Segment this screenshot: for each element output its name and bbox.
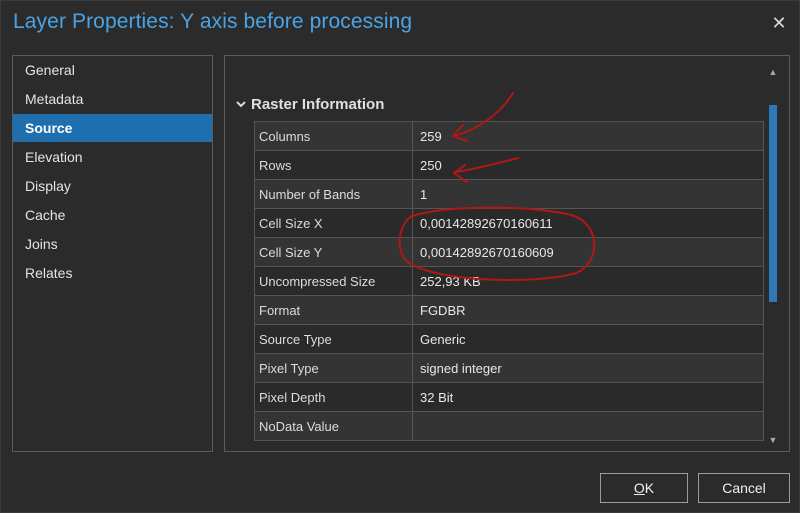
sidebar-nav: General Metadata Source Elevation Displa…: [12, 55, 213, 452]
source-panel: Raster Information Columns 259 Rows 250 …: [224, 55, 790, 452]
table-row: Pixel Type signed integer: [255, 354, 764, 383]
row-value-rows[interactable]: 250: [413, 151, 764, 179]
raster-info-section-header[interactable]: Raster Information: [235, 94, 384, 114]
table-row: Source Type Generic: [255, 325, 764, 354]
table-row: Cell Size X 0,00142892670160611: [255, 209, 764, 238]
close-icon[interactable]: ✕: [767, 11, 791, 35]
chevron-down-icon[interactable]: [235, 98, 247, 110]
row-label-uncompressed-size: Uncompressed Size: [255, 267, 413, 295]
row-label-rows: Rows: [255, 151, 413, 179]
cancel-button[interactable]: Cancel: [698, 473, 790, 503]
table-row: NoData Value: [255, 412, 764, 441]
scroll-down-icon[interactable]: ▼: [766, 434, 780, 446]
row-label-nodata: NoData Value: [255, 412, 413, 440]
sidebar-item-relates[interactable]: Relates: [13, 259, 212, 287]
table-row: Pixel Depth 32 Bit: [255, 383, 764, 412]
table-row: Rows 250: [255, 151, 764, 180]
table-row: Uncompressed Size 252,93 KB: [255, 267, 764, 296]
ok-accelerator: O: [633, 480, 645, 496]
row-value-pixel-type[interactable]: signed integer: [413, 354, 764, 382]
sidebar-item-general[interactable]: General: [13, 56, 212, 84]
dialog-title: Layer Properties: Y axis before processi…: [13, 10, 413, 33]
scroll-thumb[interactable]: [769, 105, 777, 302]
table-row: Number of Bands 1: [255, 180, 764, 209]
row-value-cell-size-x[interactable]: 0,00142892670160611: [413, 209, 764, 237]
row-label-source-type: Source Type: [255, 325, 413, 353]
raster-info-table: Columns 259 Rows 250 Number of Bands 1 C…: [254, 121, 764, 441]
sidebar-item-metadata[interactable]: Metadata: [13, 85, 212, 113]
row-value-pixel-depth[interactable]: 32 Bit: [413, 383, 764, 411]
table-row: Columns 259: [255, 122, 764, 151]
row-label-columns: Columns: [255, 122, 413, 150]
title-bar[interactable]: Layer Properties: Y axis before processi…: [1, 1, 800, 45]
table-row: Cell Size Y 0,00142892670160609: [255, 238, 764, 267]
scroll-up-icon[interactable]: ▲: [766, 66, 780, 78]
row-value-nodata[interactable]: [413, 412, 764, 440]
row-value-format[interactable]: FGDBR: [413, 296, 764, 324]
sidebar-item-joins[interactable]: Joins: [13, 230, 212, 258]
row-label-cell-size-y: Cell Size Y: [255, 238, 413, 266]
row-value-columns[interactable]: 259: [413, 122, 764, 150]
row-value-bands[interactable]: 1: [413, 180, 764, 208]
row-label-bands: Number of Bands: [255, 180, 413, 208]
row-value-uncompressed-size[interactable]: 252,93 KB: [413, 267, 764, 295]
sidebar-item-elevation[interactable]: Elevation: [13, 143, 212, 171]
row-label-pixel-depth: Pixel Depth: [255, 383, 413, 411]
ok-button[interactable]: OK: [600, 473, 688, 503]
row-label-pixel-type: Pixel Type: [255, 354, 413, 382]
row-value-source-type[interactable]: Generic: [413, 325, 764, 353]
ok-label-rest: K: [644, 480, 655, 496]
table-row: Format FGDBR: [255, 296, 764, 325]
row-value-cell-size-y[interactable]: 0,00142892670160609: [413, 238, 764, 266]
sidebar-item-source[interactable]: Source: [13, 114, 212, 142]
row-label-format: Format: [255, 296, 413, 324]
section-title: Raster Information: [251, 95, 385, 113]
sidebar-item-display[interactable]: Display: [13, 172, 212, 200]
vertical-scrollbar[interactable]: ▲ ▼: [766, 64, 780, 446]
row-label-cell-size-x: Cell Size X: [255, 209, 413, 237]
sidebar-item-cache[interactable]: Cache: [13, 201, 212, 229]
layer-properties-dialog: Layer Properties: Y axis before processi…: [0, 0, 800, 513]
